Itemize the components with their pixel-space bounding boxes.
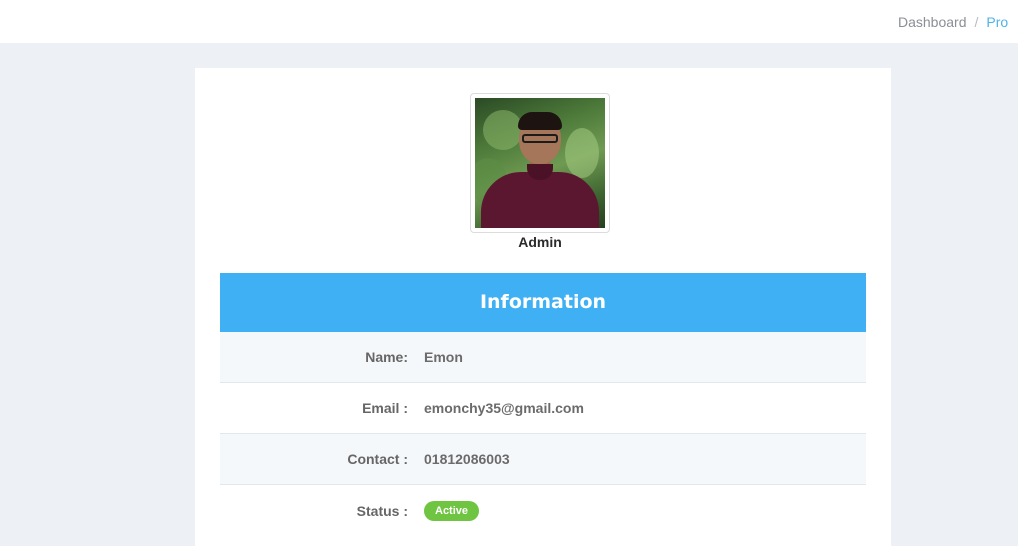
name-label: Name: [365,349,408,365]
email-value: emonchy35@gmail.com [424,400,584,416]
avatar-frame [470,93,610,233]
info-row-email: Email : emonchy35@gmail.com [220,383,866,434]
foliage-shape [483,110,523,150]
avatar-hair [518,112,562,130]
profile-card: Admin Information Name: Emon Email : emo… [195,68,891,546]
info-row-name: Name: Emon [220,332,866,383]
info-table: Name: Emon Email : emonchy35@gmail.com C… [220,332,866,536]
contact-value: 01812086003 [424,451,510,467]
avatar-glasses [522,134,558,143]
status-badge: Active [424,500,480,521]
avatar-shirt [481,172,599,228]
top-bar: Dashboard / Pro [0,0,1018,43]
breadcrumb-separator: / [974,14,979,30]
email-label: Email : [362,400,408,416]
info-row-status: Status : Active [220,485,866,536]
breadcrumb: Dashboard / Pro [898,14,1018,30]
name-value: Emon [424,349,463,365]
breadcrumb-dashboard-link[interactable]: Dashboard [898,14,967,30]
status-label: Status : [356,502,408,519]
info-header: Information [220,273,866,332]
avatar [475,98,605,228]
info-row-contact: Contact : 01812086003 [220,434,866,485]
profile-role: Admin [518,234,562,250]
contact-label: Contact : [347,451,408,467]
foliage-shape [565,128,599,178]
breadcrumb-current[interactable]: Pro [986,14,1008,30]
